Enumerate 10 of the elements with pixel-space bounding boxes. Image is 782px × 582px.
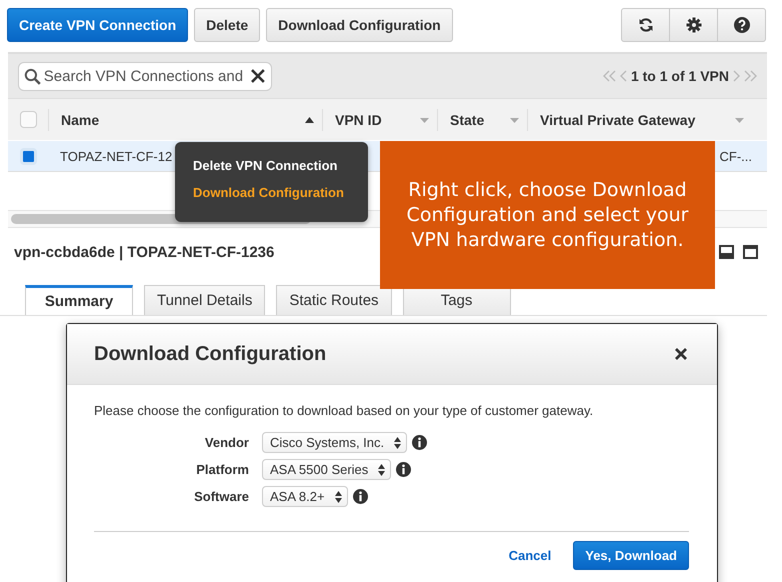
field-label: Software bbox=[193, 489, 249, 504]
dialog-message: Please choose the configuration to download based on your type of customer gateway. bbox=[94, 403, 594, 418]
field-label: Vendor bbox=[204, 435, 249, 450]
field-label: Platform bbox=[195, 462, 249, 477]
dialog-title: Download Configuration bbox=[94, 342, 326, 366]
table-cell: TOPAZ-NET-CF-12 bbox=[60, 148, 172, 164]
callout-text: Right click, choose Download Configuration and select your VPN hardware configuration. bbox=[406, 178, 690, 252]
table-cell: CF-... bbox=[720, 148, 752, 164]
details-title: vpn-ccbda6de | TOPAZ-NET-CF-1236 bbox=[14, 244, 274, 260]
pagination-text: 1 to 1 of 1 VPN bbox=[630, 68, 729, 84]
